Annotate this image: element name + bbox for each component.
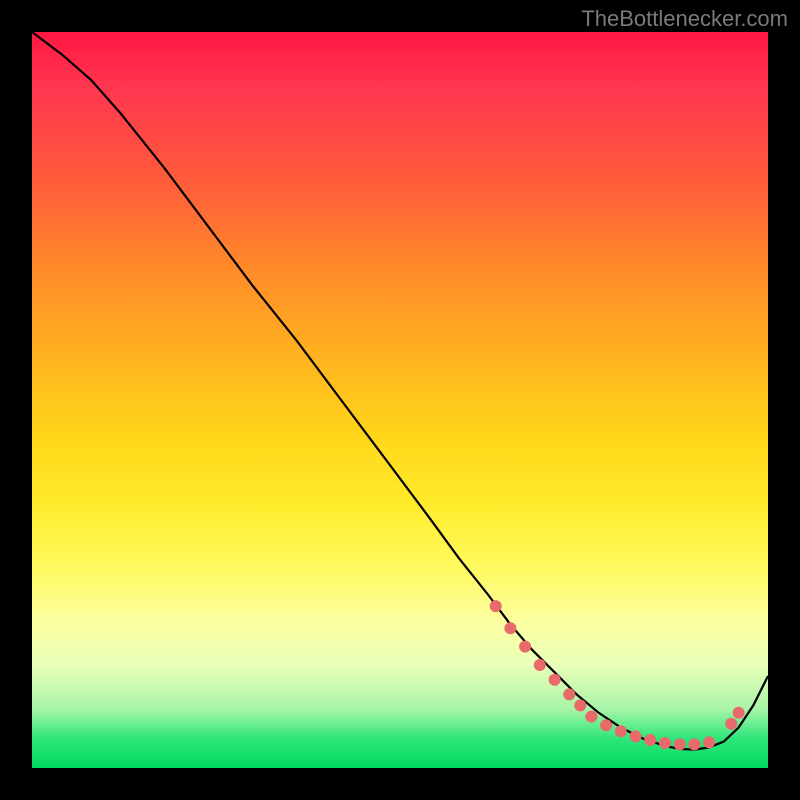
highlight-dot <box>688 738 700 750</box>
highlight-dot <box>644 734 656 746</box>
highlight-dot <box>490 600 502 612</box>
highlight-dot <box>534 659 546 671</box>
highlight-dot <box>725 718 737 730</box>
highlight-dot <box>519 641 531 653</box>
chart-plot-area <box>32 32 768 768</box>
highlight-dot <box>574 699 586 711</box>
highlight-dot <box>600 719 612 731</box>
highlight-dot <box>585 711 597 723</box>
chart-svg <box>32 32 768 768</box>
highlight-dot <box>630 730 642 742</box>
highlight-dot <box>733 707 745 719</box>
highlight-dot <box>659 737 671 749</box>
bottleneck-curve <box>32 32 768 750</box>
highlight-dot <box>703 736 715 748</box>
highlight-dot <box>674 738 686 750</box>
highlight-dot <box>504 622 516 634</box>
attribution-label: TheBottlenecker.com <box>581 6 788 32</box>
highlight-dots-group <box>490 600 745 750</box>
highlight-dot <box>563 688 575 700</box>
highlight-dot <box>615 725 627 737</box>
highlight-dot <box>549 674 561 686</box>
